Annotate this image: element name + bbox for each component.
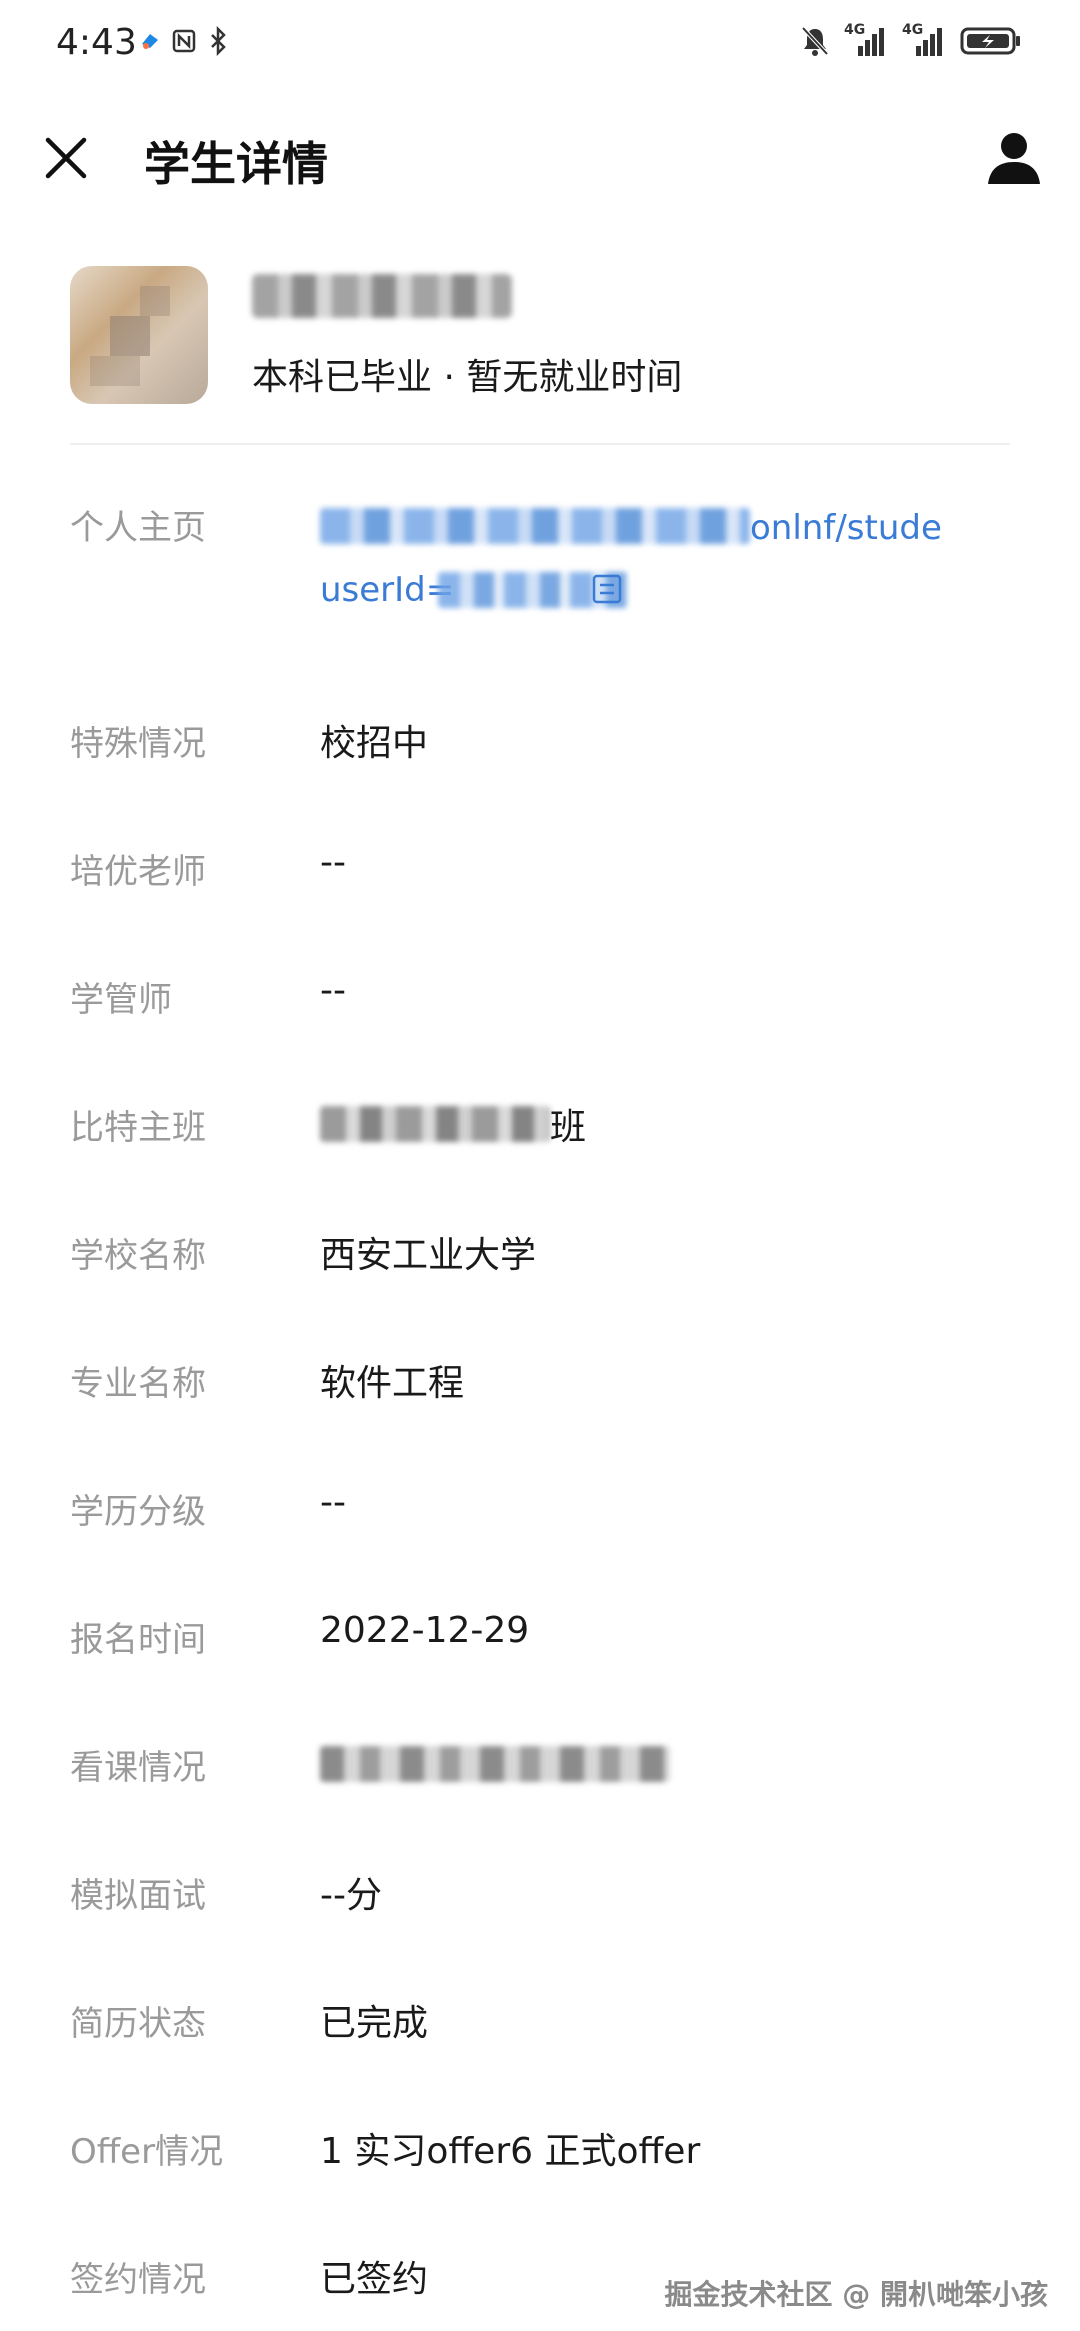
signal-4g-icon: 4G	[844, 22, 888, 58]
copy-icon[interactable]	[590, 572, 624, 606]
profile-button[interactable]	[984, 128, 1044, 188]
mock-interview-value: --分	[320, 1875, 382, 1916]
resume-status-label: 简历状态	[70, 2004, 206, 2044]
battery-charging-icon	[960, 27, 1020, 55]
school-label: 学校名称	[70, 1236, 206, 1276]
row-special: 特殊情况 校招中	[70, 716, 1080, 776]
degree-level-value: --	[320, 1482, 346, 1523]
mock-interview-label: 模拟面试	[70, 1876, 206, 1916]
enroll-time-value: 2022-12-29	[320, 1610, 530, 1651]
teacher-label: 培优老师	[70, 852, 206, 892]
row-school: 学校名称 西安工业大学	[70, 1228, 1080, 1288]
homepage-label: 个人主页	[70, 508, 206, 548]
status-right-icons: 4G 4G	[800, 22, 1022, 58]
bluetooth-icon	[211, 26, 226, 56]
contract-value: 已签约	[320, 2259, 429, 2300]
teacher-value: --	[320, 842, 346, 883]
student-card: 本科已毕业 · 暂无就业时间	[70, 266, 1010, 442]
row-watch-status: 看课情况	[70, 1740, 1080, 1800]
offer-label: Offer情况	[70, 2132, 224, 2172]
degree-level-label: 学历分级	[70, 1492, 206, 1532]
app-notification-icon	[142, 34, 158, 49]
student-name-blurred	[252, 274, 512, 318]
major-value: 软件工程	[320, 1363, 465, 1404]
homepage-link-line2[interactable]: userId=	[320, 570, 454, 610]
row-homepage: 个人主页 onlnf/stude userId=	[70, 500, 1080, 630]
manager-label: 学管师	[70, 980, 172, 1020]
resume-status-value: 已完成	[320, 2003, 429, 2044]
watch-status-label: 看课情况	[70, 1748, 206, 1788]
major-label: 专业名称	[70, 1364, 206, 1404]
education-status: 本科已毕业 · 暂无就业时间	[252, 357, 683, 398]
row-class: 比特主班 班	[70, 1100, 1080, 1160]
row-resume-status: 简历状态 已完成	[70, 1996, 1080, 2056]
class-value-blurred	[320, 1106, 550, 1142]
row-enroll-time: 报名时间 2022-12-29	[70, 1610, 1080, 1672]
enroll-time-label: 报名时间	[70, 1620, 206, 1660]
row-degree-level: 学历分级 --	[70, 1482, 1080, 1544]
class-value-tail: 班	[550, 1107, 587, 1148]
class-label: 比特主班	[70, 1108, 206, 1148]
row-major: 专业名称 软件工程	[70, 1356, 1080, 1416]
offer-value: 1 实习offer6 正式offer	[320, 2131, 701, 2172]
person-icon	[988, 133, 1040, 184]
watch-status-value-blurred	[320, 1746, 670, 1782]
special-value: 校招中	[320, 723, 429, 764]
nfc-icon	[172, 29, 196, 53]
homepage-link-line1[interactable]: onlnf/stude	[750, 508, 942, 548]
close-button[interactable]	[40, 132, 92, 184]
divider	[70, 443, 1010, 445]
student-avatar[interactable]	[70, 266, 208, 404]
status-left-icons	[138, 26, 230, 56]
homepage-link-blurred-1	[320, 508, 750, 544]
contract-label: 签约情况	[70, 2260, 206, 2300]
row-manager: 学管师 --	[70, 970, 1080, 1032]
app-header: 学生详情	[0, 112, 1080, 208]
watermark: 掘金技术社区 @ 開朳哋笨小孩	[664, 2278, 1049, 2311]
signal-4g-icon: 4G	[902, 22, 946, 58]
manager-value: --	[320, 970, 346, 1011]
mute-icon	[801, 26, 829, 56]
status-time: 4:43	[56, 22, 137, 63]
row-teacher: 培优老师 --	[70, 842, 1080, 904]
close-icon	[45, 137, 87, 179]
status-bar: 4:43 4G 4G	[0, 0, 1080, 88]
school-value: 西安工业大学	[320, 1235, 537, 1276]
page-title: 学生详情	[144, 137, 328, 191]
row-offer: Offer情况 1 实习offer6 正式offer	[70, 2124, 1080, 2184]
special-label: 特殊情况	[70, 724, 206, 764]
row-mock-interview: 模拟面试 --分	[70, 1868, 1080, 1928]
